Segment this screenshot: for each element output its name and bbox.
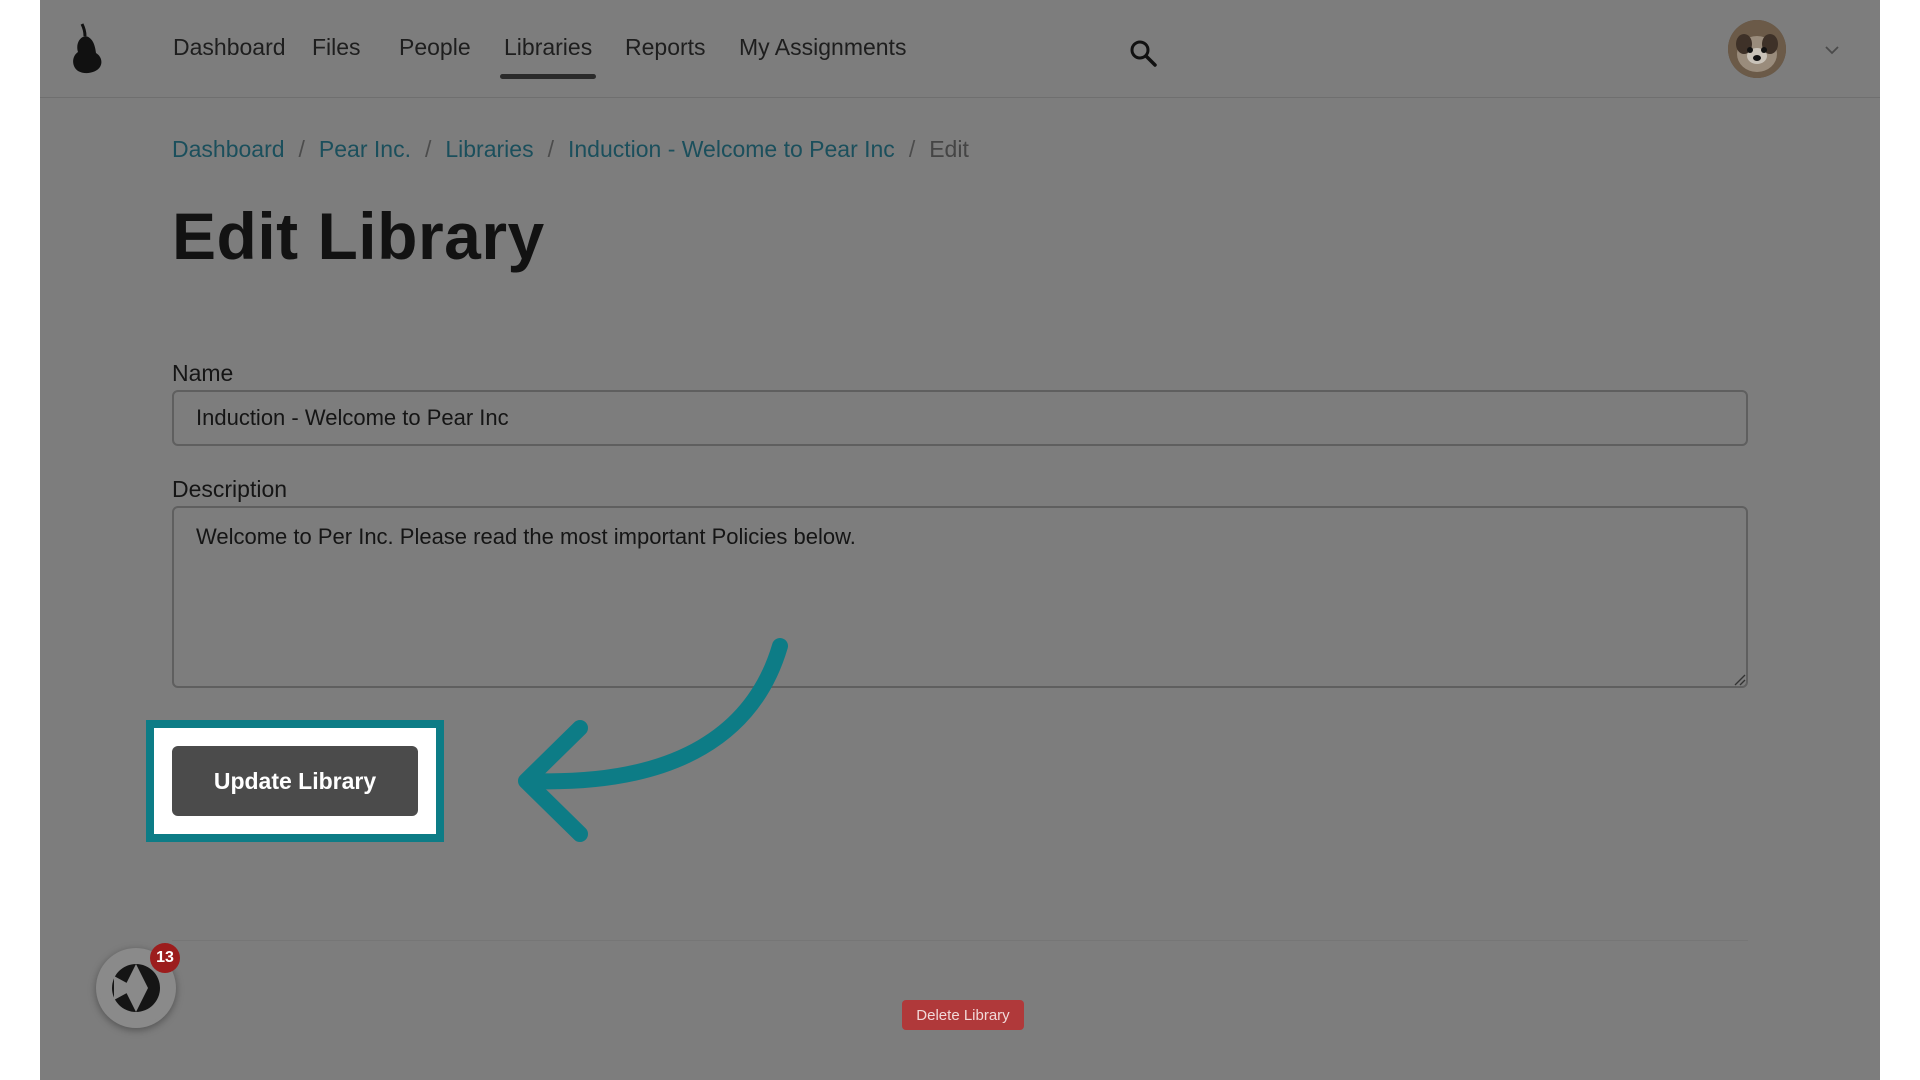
breadcrumb-current: Edit <box>929 136 969 162</box>
breadcrumb-dashboard[interactable]: Dashboard <box>172 136 285 162</box>
nav-libraries[interactable]: Libraries <box>499 34 597 79</box>
pear-logo-icon[interactable] <box>68 22 104 74</box>
name-label: Name <box>172 360 234 386</box>
nav-reports[interactable]: Reports <box>625 34 706 61</box>
user-avatar[interactable] <box>1728 20 1786 78</box>
page-title: Edit Library <box>172 199 545 273</box>
top-navigation: Dashboard Files People Libraries Reports… <box>40 0 1880 98</box>
update-library-button[interactable]: Update Library <box>172 746 418 816</box>
description-input[interactable]: Welcome to Per Inc. Please read the most… <box>172 506 1748 688</box>
nav-my-assignments[interactable]: My Assignments <box>739 34 906 61</box>
breadcrumb-separator: / <box>908 136 916 162</box>
chevron-down-icon[interactable] <box>1824 44 1840 56</box>
avatar-image-icon <box>1728 20 1786 78</box>
breadcrumb-pear-inc[interactable]: Pear Inc. <box>319 136 411 162</box>
pointer-arrow-icon <box>518 638 788 842</box>
divider <box>172 940 1748 941</box>
search-icon[interactable] <box>1128 38 1158 68</box>
breadcrumb-library[interactable]: Induction - Welcome to Pear Inc <box>568 136 895 162</box>
page-overlay: Dashboard Files People Libraries Reports… <box>40 0 1880 1080</box>
breadcrumb-separator: / <box>547 136 554 162</box>
breadcrumb-libraries[interactable]: Libraries <box>445 136 533 162</box>
breadcrumb-separator: / <box>298 136 305 162</box>
nav-people[interactable]: People <box>399 34 471 61</box>
nav-files[interactable]: Files <box>312 34 361 61</box>
nav-dashboard[interactable]: Dashboard <box>173 34 286 61</box>
breadcrumb: Dashboard / Pear Inc. / Libraries / Induction … <box>172 136 969 163</box>
name-input[interactable] <box>172 390 1748 446</box>
notification-badge: 13 <box>150 943 180 973</box>
description-label: Description <box>172 476 288 502</box>
delete-library-button[interactable]: Delete Library <box>902 1000 1024 1030</box>
resize-handle-icon[interactable] <box>1732 672 1746 686</box>
breadcrumb-separator: / <box>424 136 432 162</box>
